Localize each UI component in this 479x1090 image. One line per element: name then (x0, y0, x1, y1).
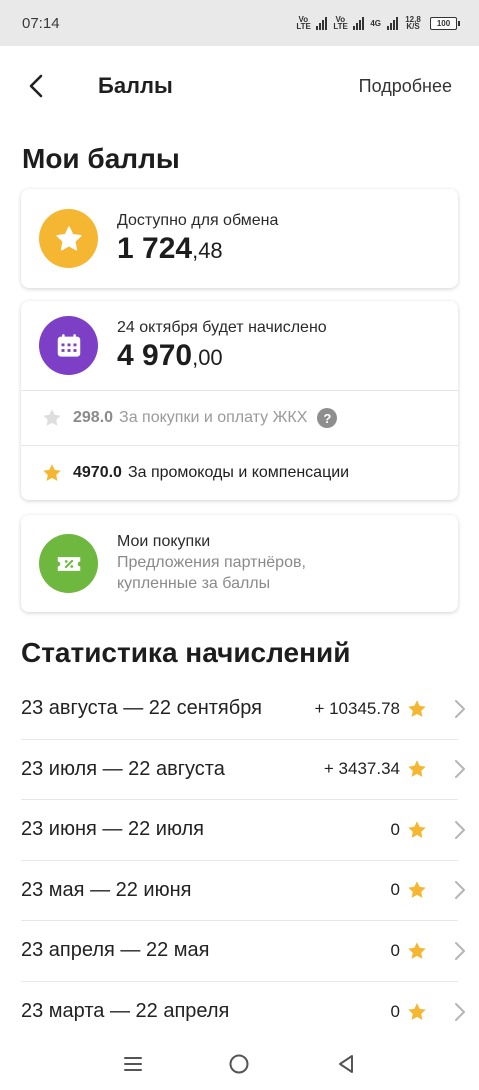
pending-value-frac: ,00 (192, 344, 223, 370)
network-4g-label: 4G (370, 18, 381, 28)
back-button[interactable] (28, 72, 56, 100)
status-icons: Vo LTE Vo LTE 4G 12,8 K/S 100 (296, 15, 460, 31)
stats-period: 23 августа — 22 сентября (21, 697, 262, 720)
net-speed: 12,8 K/S (405, 15, 421, 31)
stats-list: 23 августа — 22 сентября + 10345.78 23 и… (0, 679, 479, 1042)
app-header: Баллы Подробнее (0, 46, 479, 126)
available-value-int: 1 724 (117, 231, 193, 265)
stats-value: 0 (390, 940, 400, 960)
chevron-right-icon (455, 1002, 465, 1021)
purchases-desc-2: купленные за баллы (117, 575, 271, 592)
menu-nav-button[interactable] (113, 1044, 153, 1084)
my-purchases-card[interactable]: Мои покупки Предложения партнёров, купле… (21, 515, 458, 612)
menu-icon (124, 1057, 143, 1071)
coupon-badge-icon (39, 534, 98, 593)
chevron-right-icon (455, 881, 465, 900)
stats-period: 23 июня — 22 июля (21, 818, 204, 841)
stats-period: 23 апреля — 22 мая (21, 939, 210, 962)
available-points-card: Доступно для обмена 1 724,48 (21, 189, 458, 288)
back-triangle-icon (338, 1055, 353, 1073)
calendar-badge-icon (39, 316, 98, 375)
system-nav-bar (0, 1038, 479, 1090)
star-icon (408, 881, 426, 899)
battery-level: 100 (436, 18, 451, 28)
pending-value: 4 970,00 (117, 339, 327, 373)
pending-row-promocodes: 4970.0 За промокоды и компенсации (21, 445, 458, 500)
purchases-label: За покупки и оплату ЖКХ (119, 409, 308, 426)
stats-row[interactable]: 23 апреля — 22 мая 0 (21, 921, 465, 982)
stats-value: 0 (390, 880, 400, 900)
stats-row[interactable]: 23 марта — 22 апреля 0 (21, 982, 465, 1043)
star-icon (408, 760, 426, 778)
home-circle-icon (229, 1054, 249, 1074)
status-time: 07:14 (22, 14, 60, 32)
chevron-right-icon (455, 820, 465, 839)
pending-row-purchases: 298.0 За покупки и оплату ЖКХ ? (21, 390, 458, 445)
signal-icon-3 (387, 16, 398, 30)
chevron-right-icon (455, 760, 465, 779)
star-icon (408, 700, 426, 717)
signal-icon-1 (316, 16, 328, 30)
stats-row[interactable]: 23 июня — 22 июля 0 (21, 800, 465, 861)
star-badge-icon (39, 209, 98, 268)
purchases-title: Мои покупки (117, 533, 211, 550)
home-nav-button[interactable] (219, 1044, 259, 1084)
back-arrow-icon (29, 74, 43, 98)
help-icon[interactable]: ? (317, 408, 338, 428)
promocodes-label: За промокоды и компенсации (127, 464, 350, 481)
stats-period: 23 мая — 22 июня (21, 878, 192, 901)
star-icon (408, 942, 426, 959)
stats-period: 23 марта — 22 апреля (21, 1000, 230, 1023)
star-icon (408, 821, 426, 838)
pending-points-card: 24 октября будет начислено 4 970,00 298.… (21, 301, 458, 500)
back-nav-button[interactable] (326, 1044, 366, 1084)
available-value: 1 724,48 (117, 232, 278, 266)
stats-value: + 3437.34 (323, 759, 400, 779)
star-icon (43, 464, 61, 481)
stats-title: Статистика начислений (21, 637, 351, 668)
purchases-points: 298.0 (73, 409, 114, 426)
stats-value: + 10345.78 (314, 698, 400, 718)
status-bar: 07:14 Vo LTE Vo LTE 4G 12,8 K/S 100 (0, 0, 479, 46)
purchases-desc-1: Предложения партнёров, (117, 554, 306, 571)
battery-icon: 100 (430, 16, 460, 30)
pending-label: 24 октября будет начислено (117, 318, 327, 336)
volte-label-1: Vo LTE (296, 15, 311, 31)
star-grey-icon (43, 409, 61, 426)
stats-period: 23 июля — 22 августа (21, 757, 225, 780)
stats-value: 0 (390, 1001, 400, 1021)
signal-icon-2 (353, 16, 365, 30)
pending-value-int: 4 970 (117, 338, 193, 372)
volte-label-2: Vo LTE (333, 15, 348, 31)
stats-row[interactable]: 23 июля — 22 августа + 3437.34 (21, 740, 465, 800)
stats-row[interactable]: 23 августа — 22 сентября + 10345.78 (21, 679, 465, 740)
page-title: Баллы (98, 73, 173, 98)
chevron-right-icon (455, 941, 465, 960)
stats-value: 0 (390, 819, 400, 839)
available-label: Доступно для обмена (117, 211, 279, 229)
available-value-frac: ,48 (192, 237, 223, 263)
stats-row[interactable]: 23 мая — 22 июня 0 (21, 861, 465, 921)
my-points-title: Мои баллы (22, 143, 180, 174)
chevron-right-icon (455, 699, 465, 718)
promocodes-points: 4970.0 (73, 464, 122, 481)
star-icon (408, 1003, 426, 1020)
more-link[interactable]: Подробнее (359, 76, 452, 97)
